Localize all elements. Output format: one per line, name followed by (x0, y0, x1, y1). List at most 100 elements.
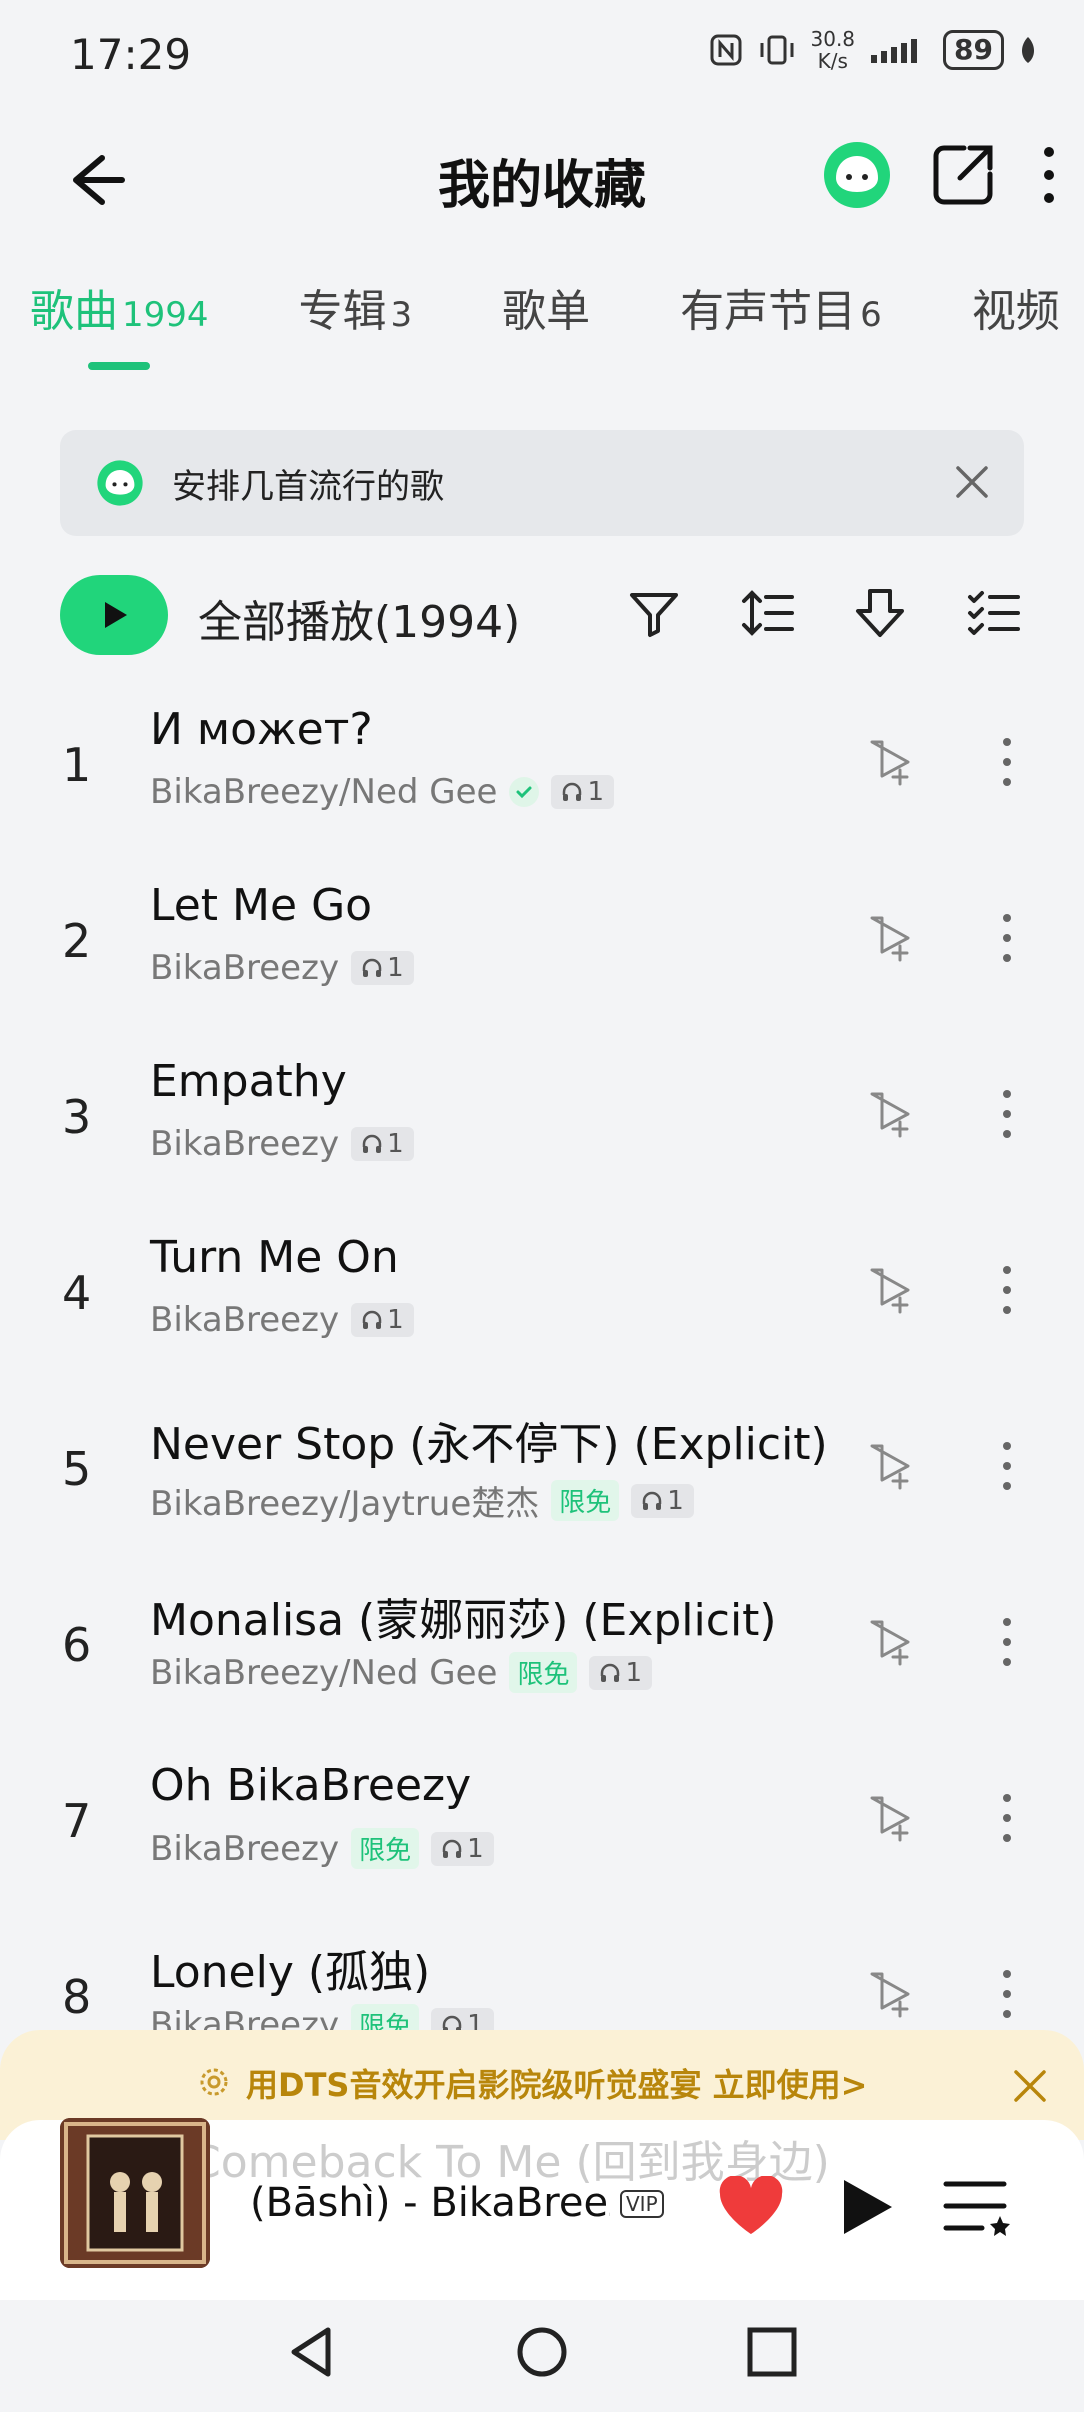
assistant-avatar-icon[interactable] (822, 140, 892, 210)
multi-select-icon[interactable] (966, 585, 1022, 641)
more-vertical-icon[interactable] (992, 1260, 1022, 1320)
add-to-playlist-icon[interactable] (866, 736, 918, 788)
play-count: 1 (625, 1657, 642, 1688)
more-vertical-icon[interactable] (992, 732, 1022, 792)
song-title[interactable]: Let Me Go (150, 880, 372, 931)
song-title[interactable]: Oh BikaBreezy (150, 1760, 471, 1811)
play-count: 1 (467, 1833, 484, 1864)
play-count-badge: 1 (431, 1831, 494, 1866)
vibrate-icon (760, 35, 793, 65)
tab-label: 专辑 (298, 286, 387, 337)
play-icon (105, 602, 127, 628)
recommend-banner[interactable]: 安排几首流行的歌 (60, 430, 1024, 536)
tab-playlists[interactable]: 歌单 (502, 275, 590, 339)
more-vertical-icon[interactable] (1034, 142, 1064, 208)
free-badge: 限免 (551, 1480, 620, 1521)
tab-count: 6 (860, 295, 882, 335)
song-index: 8 (62, 1970, 92, 2024)
add-to-playlist-icon[interactable] (866, 1440, 918, 1492)
headphones-icon (362, 1134, 382, 1153)
play-count: 1 (387, 1305, 404, 1335)
add-to-playlist-icon[interactable] (866, 912, 918, 964)
song-row[interactable]: 5 Never Stop (永不停下) (Explicit) BikaBreez… (0, 1384, 1084, 1560)
more-vertical-icon[interactable] (992, 1084, 1022, 1144)
add-to-playlist-icon[interactable] (866, 1616, 918, 1668)
play-count-badge: 1 (551, 775, 614, 809)
free-badge: 限免 (351, 1828, 420, 1869)
song-meta: BikaBreezy 1 (150, 1124, 414, 1164)
sort-icon[interactable] (740, 585, 796, 641)
play-count: 1 (667, 1485, 684, 1516)
play-all-button[interactable] (60, 575, 168, 655)
headphones-icon (362, 958, 382, 977)
song-index: 3 (62, 1090, 92, 1144)
headphones-icon (362, 1310, 382, 1329)
now-playing-title[interactable]: (Bāshì) - BikaBreezy (250, 2180, 610, 2226)
song-meta: BikaBreezy 限免 1 (150, 1828, 494, 1869)
promo-text[interactable]: 用DTS音效开启影院级听觉盛宴 立即使用> (246, 2060, 867, 2106)
song-row[interactable]: 6 Monalisa (蒙娜丽莎) (Explicit) BikaBreezy/… (0, 1560, 1084, 1736)
play-count: 1 (387, 1129, 404, 1159)
song-row[interactable]: 3 Empathy BikaBreezy 1 (0, 1032, 1084, 1208)
tab-label: 有声节目 (680, 286, 857, 337)
download-icon[interactable] (852, 585, 908, 641)
play-count: 1 (387, 953, 404, 983)
playlist-icon[interactable] (942, 2176, 1012, 2240)
nav-recents-icon[interactable] (742, 2322, 802, 2382)
play-icon[interactable] (838, 2176, 896, 2238)
song-meta: BikaBreezy/Ned Gee 1 (150, 772, 614, 812)
tab-count: 1994 (122, 295, 209, 335)
nav-home-icon[interactable] (512, 2322, 572, 2382)
song-row[interactable]: 7 Oh BikaBreezy BikaBreezy 限免 1 (0, 1736, 1084, 1912)
close-icon[interactable] (950, 460, 994, 504)
more-vertical-icon[interactable] (992, 1964, 1022, 2024)
song-row[interactable]: 1 И может? BikaBreezy/Ned Gee 1 (0, 680, 1084, 856)
song-title[interactable]: Never Stop (永不停下) (Explicit) (150, 1408, 828, 1472)
song-title[interactable]: Monalisa (蒙娜丽莎) (Explicit) (150, 1584, 777, 1648)
play-count-badge: 1 (351, 1303, 414, 1337)
song-index: 6 (62, 1618, 92, 1672)
nav-back-icon[interactable] (282, 2322, 342, 2382)
tab-songs[interactable]: 歌曲 1994 (30, 275, 209, 339)
song-title[interactable]: Turn Me On (150, 1232, 399, 1283)
song-index: 7 (62, 1794, 92, 1848)
net-speed-unit: K/s (817, 49, 848, 73)
song-title[interactable]: Empathy (150, 1056, 347, 1107)
album-cover[interactable] (60, 2118, 210, 2268)
net-speed: 30.8 K/s (811, 28, 856, 72)
song-title[interactable]: И может? (150, 704, 373, 755)
header-actions (822, 140, 1064, 210)
play-count-badge: 1 (351, 951, 414, 985)
status-icons: 30.8 K/s 89 (709, 28, 1039, 72)
add-to-playlist-icon[interactable] (866, 1968, 918, 2020)
add-to-playlist-icon[interactable] (866, 1792, 918, 1844)
song-artist: BikaBreezy/Ned Gee (150, 772, 498, 812)
add-to-playlist-icon[interactable] (866, 1088, 918, 1140)
heart-icon[interactable] (716, 2176, 786, 2238)
add-to-playlist-icon[interactable] (866, 1264, 918, 1316)
song-title[interactable]: Lonely (孤独) (150, 1936, 430, 2000)
tab-albums[interactable]: 专辑 3 (299, 275, 413, 339)
signal-icon (871, 39, 918, 63)
close-icon[interactable] (1010, 2066, 1050, 2106)
assistant-avatar-icon (97, 460, 143, 506)
more-vertical-icon[interactable] (992, 908, 1022, 968)
play-all-label[interactable]: 全部播放(1994) (198, 586, 520, 650)
more-vertical-icon[interactable] (992, 1436, 1022, 1496)
tab-videos[interactable]: 视频 (972, 275, 1060, 339)
song-artist: BikaBreezy (150, 948, 340, 988)
song-artist: BikaBreezy/Ned Gee (150, 1652, 498, 1693)
song-row[interactable]: 4 Turn Me On BikaBreezy 1 (0, 1208, 1084, 1384)
share-icon[interactable] (930, 142, 996, 208)
song-row[interactable]: 2 Let Me Go BikaBreezy 1 (0, 856, 1084, 1032)
tab-audio-programs[interactable]: 有声节目 6 (680, 275, 882, 339)
song-index: 5 (62, 1442, 92, 1496)
play-count-badge: 1 (631, 1483, 694, 1518)
more-vertical-icon[interactable] (992, 1612, 1022, 1672)
battery-level: 89 (943, 30, 1004, 70)
more-vertical-icon[interactable] (992, 1788, 1022, 1848)
nfc-icon (710, 34, 741, 66)
tab-count: 3 (390, 295, 413, 335)
status-time: 17:29 (70, 30, 192, 79)
filter-icon[interactable] (626, 585, 682, 641)
